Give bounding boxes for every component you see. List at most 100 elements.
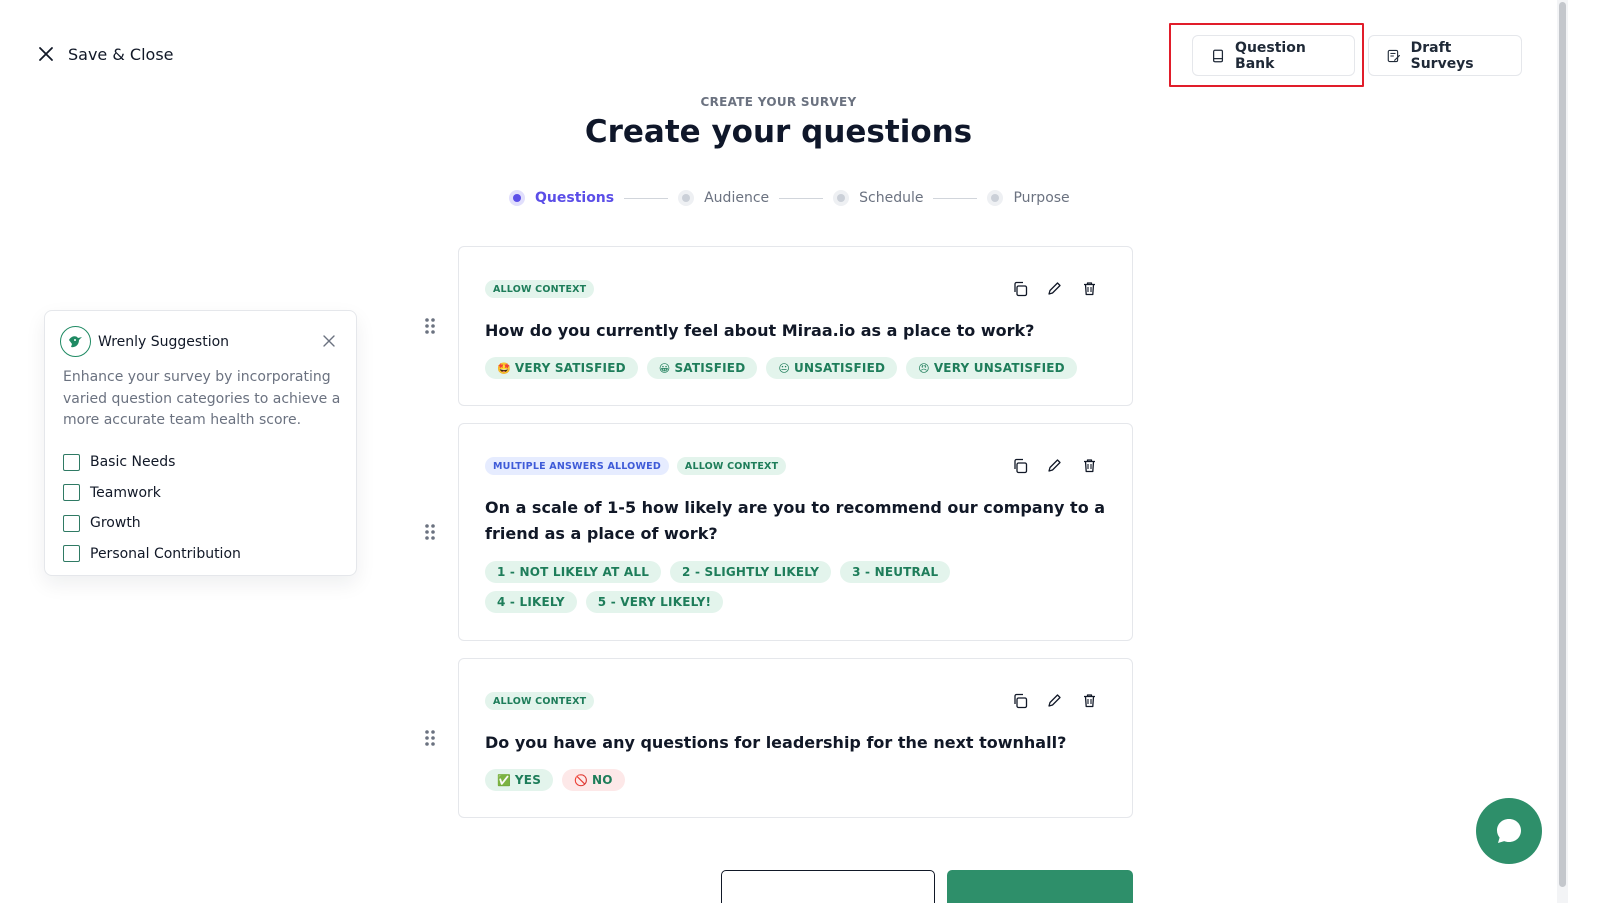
drag-handle-icon[interactable]: [424, 729, 436, 747]
trash-icon[interactable]: [1081, 457, 1098, 474]
emoji-icon: ✅: [497, 773, 511, 787]
answer-option[interactable]: 3 - NEUTRAL: [840, 561, 951, 583]
category-label: Growth: [90, 515, 141, 532]
category-checkbox-basic-needs[interactable]: Basic Needs: [63, 447, 241, 478]
checkbox[interactable]: [63, 484, 80, 502]
step-label: Schedule: [859, 190, 924, 206]
answer-label: 4 - LIKELY: [497, 595, 565, 609]
draft-surveys-button[interactable]: Draft Surveys: [1368, 35, 1522, 76]
pencil-icon[interactable]: [1046, 457, 1063, 474]
suggestion-header: Wrenly Suggestion: [60, 326, 229, 357]
question-card-1[interactable]: ALLOW CONTEXT How do you currently feel …: [458, 246, 1133, 406]
checkbox[interactable]: [63, 514, 80, 532]
drag-handle-icon[interactable]: [424, 523, 436, 541]
question-text: On a scale of 1-5 how likely are you to …: [485, 498, 1106, 543]
question-actions: [1011, 457, 1098, 474]
survey-builder-page: Save & Close Question Bank Draft Surveys…: [0, 0, 1600, 903]
category-label: Teamwork: [90, 484, 161, 501]
wrenly-suggestion-card: Wrenly Suggestion Enhance your survey by…: [44, 310, 357, 576]
close-icon[interactable]: [322, 334, 336, 348]
answer-option[interactable]: 5 - VERY LIKELY!: [585, 591, 724, 613]
chat-launcher-button[interactable]: [1476, 798, 1542, 864]
trash-icon[interactable]: [1081, 692, 1098, 709]
answer-option[interactable]: 1 - NOT LIKELY AT ALL: [485, 561, 662, 583]
emoji-icon: 😐: [778, 361, 791, 375]
question-tags: ALLOW CONTEXT: [485, 280, 595, 298]
wrenly-logo-icon: [60, 326, 91, 357]
question-actions: [1011, 280, 1098, 297]
close-icon: [39, 47, 53, 61]
answer-label: VERY SATISFIED: [514, 361, 626, 375]
answer-option[interactable]: 4 - LIKELY: [485, 591, 577, 613]
answer-label: 5 - VERY LIKELY!: [597, 595, 712, 609]
pencil-icon[interactable]: [1046, 280, 1063, 297]
checkbox[interactable]: [63, 453, 80, 471]
step-purpose[interactable]: Purpose: [987, 190, 1070, 206]
question-bank-label: Question Bank: [1235, 39, 1306, 72]
answer-option[interactable]: 😐 UNSATISFIED: [766, 357, 898, 379]
draft-surveys-label: Draft Surveys: [1410, 39, 1474, 72]
allow-context-tag: ALLOW CONTEXT: [485, 692, 595, 710]
answer-option[interactable]: 🚫 NO: [562, 769, 625, 791]
answer-label: 2 - SLIGHTLY LIKELY: [682, 565, 820, 579]
step-dot: [678, 190, 695, 206]
category-checkbox-growth[interactable]: Growth: [63, 508, 241, 539]
allow-context-tag: ALLOW CONTEXT: [676, 457, 787, 475]
progress-stepper: Questions Audience Schedule Purpose: [509, 190, 1070, 206]
edit-note-icon: [1387, 49, 1400, 62]
question-text: How do you currently feel about Miraa.io…: [485, 321, 1035, 340]
book-icon: [1213, 49, 1224, 62]
secondary-action-button[interactable]: [721, 870, 935, 903]
copy-icon[interactable]: [1011, 457, 1028, 474]
pencil-icon[interactable]: [1046, 692, 1063, 709]
page-eyebrow: CREATE YOUR SURVEY: [700, 95, 857, 109]
answer-label: SATISFIED: [674, 361, 746, 375]
step-connector: [624, 197, 669, 199]
emoji-icon: 😀: [658, 361, 671, 375]
answer-option[interactable]: 😀 SATISFIED: [646, 357, 758, 379]
answer-option[interactable]: ✅ YES: [485, 769, 554, 791]
allow-context-tag: ALLOW CONTEXT: [485, 280, 595, 298]
question-card-3[interactable]: ALLOW CONTEXT Do you have any questions …: [458, 658, 1133, 818]
question-text: Do you have any questions for leadership…: [485, 733, 1067, 752]
category-checklist: Basic Needs Teamwork Growth Personal Con…: [63, 447, 241, 569]
answer-options: ✅ YES 🚫 NO: [485, 769, 625, 791]
step-audience[interactable]: Audience: [678, 190, 769, 206]
question-tags: MULTIPLE ANSWERS ALLOWED ALLOW CONTEXT: [485, 457, 787, 475]
step-questions[interactable]: Questions: [509, 190, 614, 206]
emoji-icon: 😠: [918, 361, 930, 375]
category-checkbox-personal-contribution[interactable]: Personal Contribution: [63, 539, 241, 570]
copy-icon[interactable]: [1011, 280, 1028, 297]
checkbox[interactable]: [63, 545, 80, 563]
question-tags: ALLOW CONTEXT: [485, 692, 595, 710]
answer-label: UNSATISFIED: [794, 361, 886, 375]
suggestion-description: Enhance your survey by incorporating var…: [63, 369, 341, 428]
drag-handle-icon[interactable]: [424, 317, 436, 335]
emoji-icon: 🤩: [497, 361, 511, 375]
answer-label: 3 - NEUTRAL: [852, 565, 939, 579]
answer-label: 1 - NOT LIKELY AT ALL: [497, 565, 650, 579]
answer-option[interactable]: 2 - SLIGHTLY LIKELY: [670, 561, 832, 583]
question-bank-button[interactable]: Question Bank: [1192, 35, 1355, 76]
answer-label: YES: [514, 773, 542, 787]
step-dot: [509, 190, 525, 206]
save-close-label: Save & Close: [68, 44, 174, 64]
step-label: Questions: [535, 190, 615, 206]
question-actions: [1011, 692, 1098, 709]
answer-option[interactable]: 😠 VERY UNSATISFIED: [906, 357, 1077, 379]
copy-icon[interactable]: [1011, 692, 1028, 709]
answer-option[interactable]: 🤩 VERY SATISFIED: [485, 357, 638, 379]
answer-options: 1 - NOT LIKELY AT ALL 2 - SLIGHTLY LIKEL…: [485, 561, 1045, 613]
step-connector: [933, 197, 978, 199]
step-label: Audience: [704, 190, 770, 206]
save-close-button[interactable]: Save & Close: [36, 44, 174, 64]
multiple-answers-tag: MULTIPLE ANSWERS ALLOWED: [485, 457, 669, 475]
step-dot: [987, 190, 1004, 206]
scrollbar-thumb[interactable]: [1559, 2, 1566, 887]
answer-label: VERY UNSATISFIED: [933, 361, 1065, 375]
category-checkbox-teamwork[interactable]: Teamwork: [63, 478, 241, 509]
primary-action-button[interactable]: [947, 870, 1133, 903]
question-card-2[interactable]: MULTIPLE ANSWERS ALLOWED ALLOW CONTEXT O…: [458, 423, 1133, 641]
trash-icon[interactable]: [1081, 280, 1098, 297]
step-schedule[interactable]: Schedule: [833, 190, 923, 206]
